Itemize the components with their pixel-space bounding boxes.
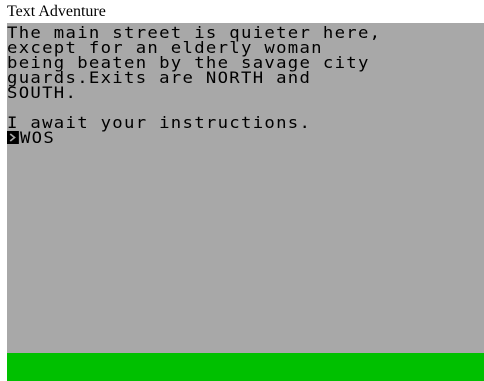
story-line: guards.Exits are NORTH and (7, 68, 312, 87)
chevron-right-icon (7, 131, 19, 144)
game-screen[interactable]: The main street is quieter here, except … (7, 23, 484, 381)
story-line: SOUTH. (7, 83, 78, 102)
command-input-line[interactable]: WOS (7, 130, 484, 146)
command-input[interactable]: WOS (20, 130, 55, 146)
response-line: I await your instructions. (7, 113, 312, 132)
terminal-output: The main street is quieter here, except … (7, 25, 484, 146)
status-bar (7, 353, 484, 381)
window-title: Text Adventure (7, 3, 106, 20)
